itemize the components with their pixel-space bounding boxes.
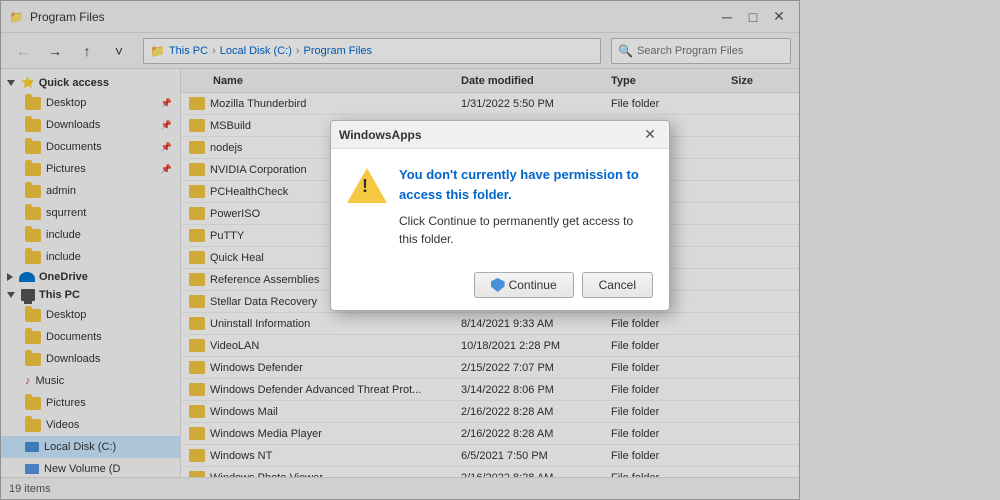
dialog-overlay: WindowsApps ✕ You don't currently have p…: [0, 0, 1000, 500]
warning-triangle: [347, 168, 387, 203]
cancel-label: Cancel: [599, 278, 636, 292]
continue-label: Continue: [509, 278, 557, 292]
dialog-close-button[interactable]: ✕: [639, 124, 661, 146]
permission-dialog: WindowsApps ✕ You don't currently have p…: [330, 120, 670, 311]
cancel-button[interactable]: Cancel: [582, 272, 653, 298]
continue-button[interactable]: Continue: [474, 272, 574, 298]
warning-icon: [347, 165, 387, 205]
dialog-title: WindowsApps: [339, 128, 422, 142]
shield-icon: [491, 278, 505, 292]
dialog-main-message: You don't currently have permission to a…: [399, 165, 653, 204]
dialog-footer: Continue Cancel: [331, 264, 669, 310]
dialog-body: You don't currently have permission to a…: [331, 149, 669, 264]
dialog-title-bar: WindowsApps ✕: [331, 121, 669, 149]
dialog-sub-message: Click Continue to permanently get access…: [399, 212, 653, 248]
dialog-text: You don't currently have permission to a…: [399, 165, 653, 248]
